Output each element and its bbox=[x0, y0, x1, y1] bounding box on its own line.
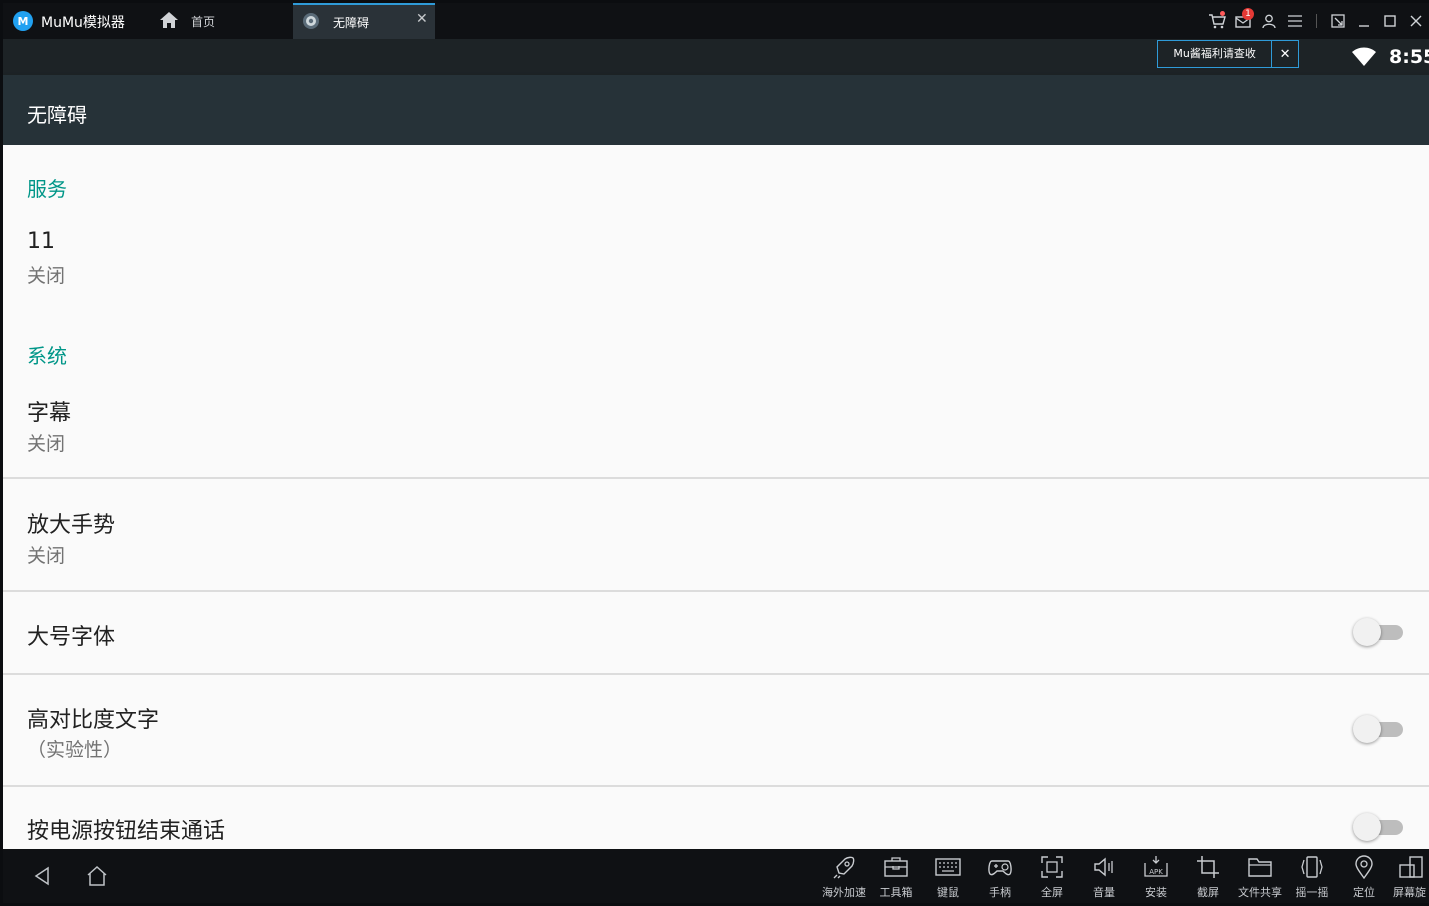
wifi-icon bbox=[1352, 47, 1376, 66]
gamepad-icon bbox=[988, 860, 1012, 876]
emulator-window: M MuMu模拟器 首页 无障碍 ✕ 1 Mu酱福利请查收 ✕ 8:5 无障碍 … bbox=[3, 3, 1429, 903]
tool-label: 音量 bbox=[1093, 886, 1115, 899]
title-bar: M MuMu模拟器 首页 无障碍 ✕ 1 bbox=[3, 3, 1429, 39]
emulator-bottom-bar: 海外加速 工具箱 键鼠 手柄 全屏 音量 APK 安装 截屏 文件共享 摇一摇 … bbox=[3, 849, 1429, 903]
pref-title: 高对比度文字 bbox=[27, 708, 160, 733]
apk-icon: APK bbox=[1144, 856, 1168, 877]
tool-label: 定位 bbox=[1353, 886, 1375, 899]
promo-notice[interactable]: Mu酱福利请查收 ✕ bbox=[1157, 40, 1299, 68]
tool-gamepad[interactable]: 手柄 bbox=[974, 855, 1026, 901]
switch-thumb bbox=[1353, 813, 1381, 841]
promo-close-icon[interactable]: ✕ bbox=[1272, 41, 1298, 67]
tool-screenshot[interactable]: 截屏 bbox=[1182, 855, 1234, 901]
user-icon[interactable] bbox=[1256, 3, 1282, 39]
large-text-switch[interactable] bbox=[1353, 617, 1403, 647]
promo-notice-text: Mu酱福利请查收 bbox=[1158, 41, 1273, 67]
power-ends-call-switch[interactable] bbox=[1353, 812, 1403, 842]
section-header-services: 服务 bbox=[27, 177, 67, 201]
tool-location[interactable]: 定位 bbox=[1338, 855, 1390, 901]
mumu-logo-icon: M bbox=[13, 11, 33, 31]
settings-list: 服务 11 关闭 系统 字幕 关闭 放大手势 关闭 大号字体 高对比度文字 （实… bbox=[3, 145, 1429, 849]
window-controls: 1 bbox=[1204, 3, 1429, 39]
shake-icon bbox=[1301, 856, 1323, 878]
list-divider bbox=[3, 785, 1429, 787]
home-icon bbox=[160, 12, 178, 28]
tool-keymouse[interactable]: 键鼠 bbox=[922, 855, 974, 901]
tool-shake[interactable]: 摇一摇 bbox=[1286, 855, 1338, 901]
home-nav-icon[interactable] bbox=[85, 864, 109, 888]
pref-title: 字幕 bbox=[27, 401, 72, 426]
shop-cart-icon[interactable] bbox=[1204, 3, 1230, 39]
mini-mode-icon[interactable] bbox=[1325, 3, 1351, 39]
tool-label: 键鼠 bbox=[937, 886, 959, 899]
tool-file-share[interactable]: 文件共享 bbox=[1234, 855, 1286, 901]
crop-icon bbox=[1197, 856, 1219, 878]
settings-gear-icon bbox=[303, 13, 319, 29]
message-icon[interactable]: 1 bbox=[1230, 3, 1256, 39]
tool-label: 全屏 bbox=[1041, 886, 1063, 899]
high-contrast-switch[interactable] bbox=[1353, 714, 1403, 744]
tool-label: 海外加速 bbox=[822, 886, 866, 899]
tool-label: 安装 bbox=[1145, 886, 1167, 899]
rocket-icon bbox=[833, 856, 855, 879]
switch-thumb bbox=[1353, 715, 1381, 743]
tab-home-label: 首页 bbox=[191, 15, 216, 29]
tool-volume[interactable]: 音量 bbox=[1078, 855, 1130, 901]
fullscreen-icon bbox=[1041, 856, 1063, 878]
list-divider bbox=[3, 590, 1429, 592]
pref-title: 大号字体 bbox=[27, 625, 116, 650]
maximize-icon[interactable] bbox=[1377, 3, 1403, 39]
switch-thumb bbox=[1353, 618, 1381, 646]
tool-overseas-accel[interactable]: 海外加速 bbox=[818, 855, 870, 901]
pref-title: 按电源按钮结束通话 bbox=[27, 819, 226, 844]
tool-label: 工具箱 bbox=[879, 886, 913, 899]
pref-summary: 关闭 bbox=[27, 545, 66, 567]
list-divider bbox=[3, 673, 1429, 675]
section-header-system: 系统 bbox=[27, 344, 67, 368]
folder-icon bbox=[1248, 858, 1272, 877]
settings-action-bar: 无障碍 bbox=[3, 75, 1429, 145]
minimize-icon[interactable] bbox=[1351, 3, 1377, 39]
toolbar-separator bbox=[1316, 14, 1317, 28]
cart-dot bbox=[1220, 11, 1225, 16]
tool-fullscreen[interactable]: 全屏 bbox=[1026, 855, 1078, 901]
rotate-icon bbox=[1399, 856, 1423, 878]
tab-home[interactable]: 首页 bbox=[153, 3, 293, 39]
pref-title: 11 bbox=[27, 229, 55, 254]
pref-summary: （实验性） bbox=[27, 739, 123, 761]
location-icon bbox=[1355, 855, 1373, 879]
pref-summary: 关闭 bbox=[27, 265, 66, 287]
message-badge: 1 bbox=[1242, 8, 1254, 20]
tool-label: 手柄 bbox=[989, 886, 1011, 899]
close-window-icon[interactable] bbox=[1403, 3, 1429, 39]
app-name: MuMu模拟器 bbox=[41, 15, 125, 31]
tool-label: 文件共享 bbox=[1238, 886, 1282, 899]
pref-title: 放大手势 bbox=[27, 513, 116, 538]
tab-close-icon[interactable]: ✕ bbox=[416, 11, 428, 27]
back-icon[interactable] bbox=[31, 865, 53, 887]
tool-rotate[interactable]: 屏幕旋 bbox=[1390, 855, 1429, 901]
tool-install-apk[interactable]: APK 安装 bbox=[1130, 855, 1182, 901]
tool-label: 屏幕旋 bbox=[1393, 886, 1426, 899]
volume-icon bbox=[1094, 857, 1113, 877]
keyboard-icon bbox=[935, 858, 961, 876]
svg-text:APK: APK bbox=[1149, 868, 1163, 876]
menu-icon[interactable] bbox=[1282, 3, 1308, 39]
tool-label: 摇一摇 bbox=[1295, 886, 1329, 899]
pref-summary: 关闭 bbox=[27, 433, 66, 455]
tool-label: 截屏 bbox=[1197, 886, 1219, 899]
status-clock: 8:55 bbox=[1389, 46, 1429, 68]
tab-accessibility[interactable]: 无障碍 ✕ bbox=[293, 3, 435, 39]
tab-accessibility-label: 无障碍 bbox=[333, 16, 370, 30]
list-divider bbox=[3, 477, 1429, 479]
android-status-bar: Mu酱福利请查收 ✕ 8:55 bbox=[3, 39, 1429, 75]
page-title: 无障碍 bbox=[27, 103, 87, 127]
toolbox-icon bbox=[884, 857, 908, 877]
tool-toolbox[interactable]: 工具箱 bbox=[870, 855, 922, 901]
